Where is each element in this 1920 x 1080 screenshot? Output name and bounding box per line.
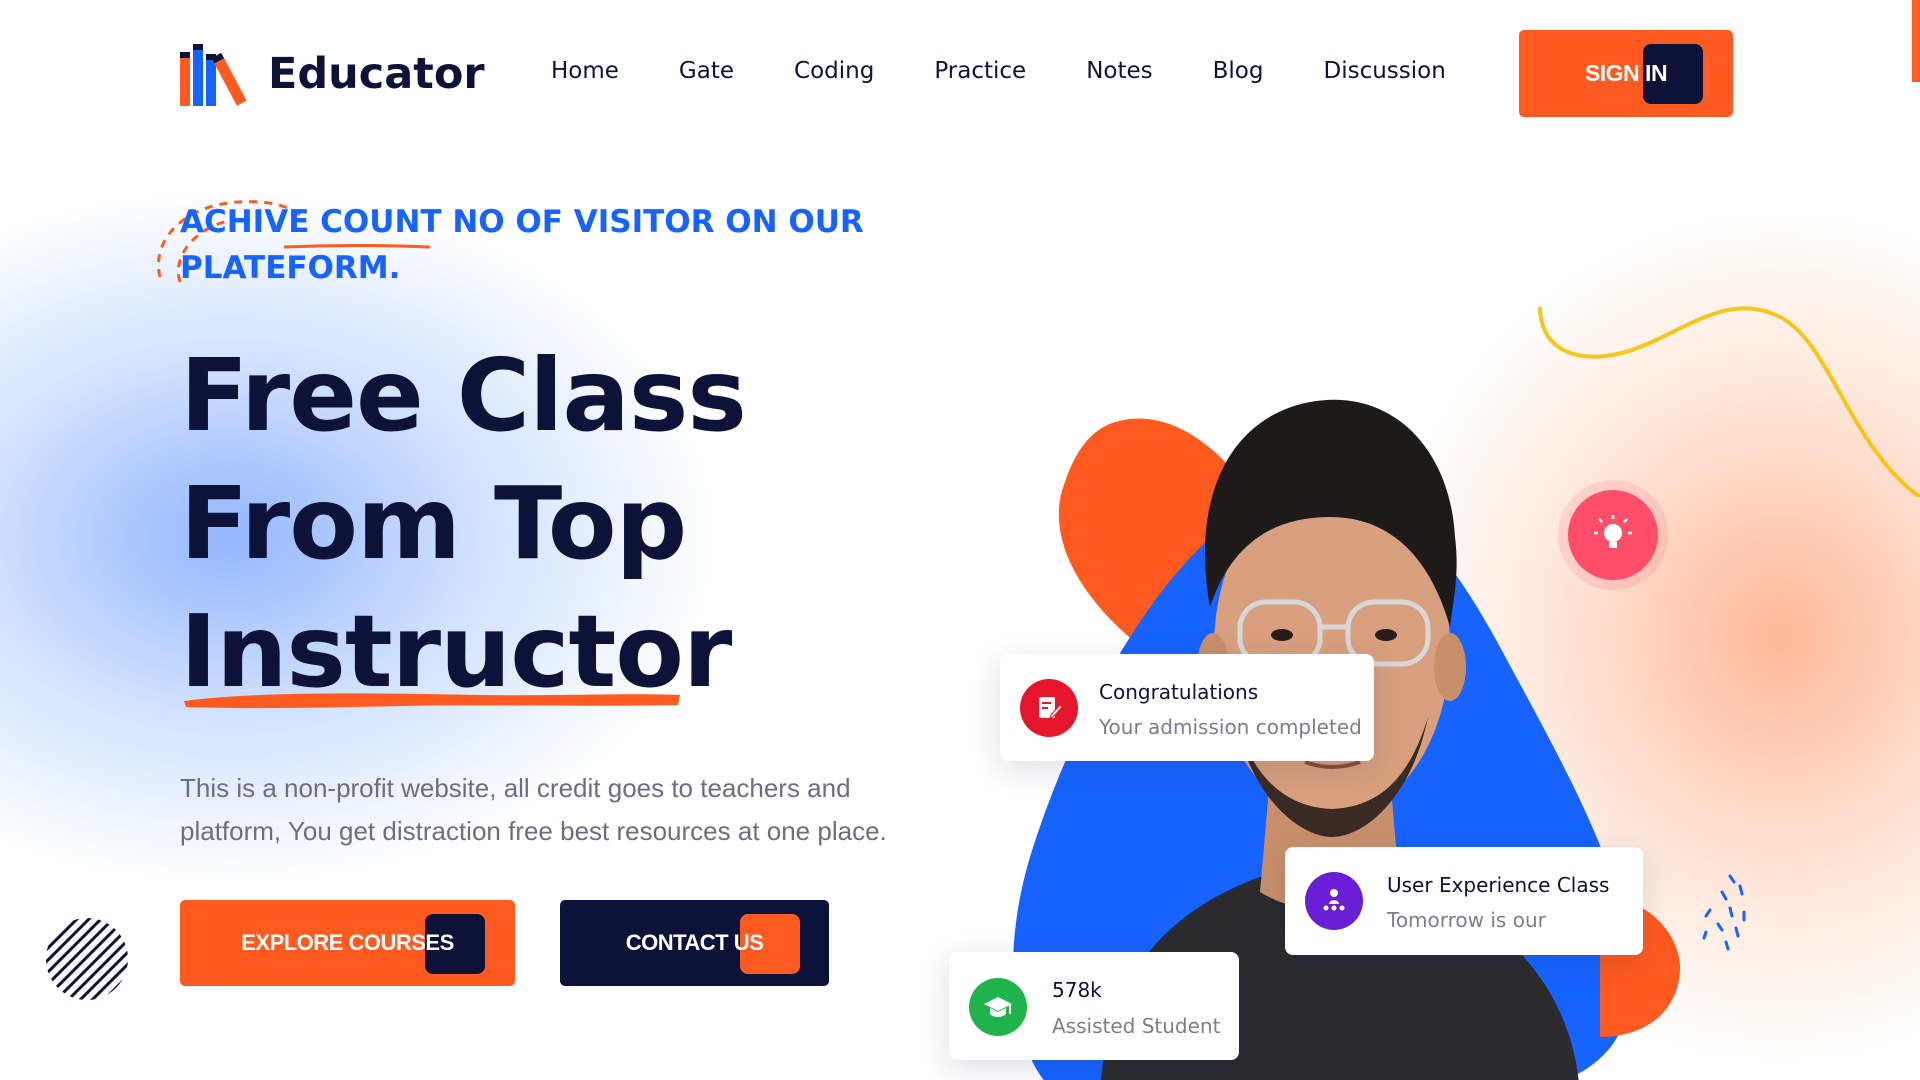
- congratulations-card: Congratulations Your admission completed: [1000, 654, 1374, 761]
- main-nav: Home Gate Coding Practice Notes Blog Dis…: [551, 58, 1506, 84]
- card-subtitle: Tomorrow is our: [1387, 908, 1546, 932]
- card-title: User Experience Class: [1387, 873, 1610, 897]
- card-subtitle: Assisted Student: [1052, 1014, 1221, 1038]
- sign-in-button[interactable]: SIGN IN: [1519, 30, 1733, 117]
- edge-accent-bar: [1912, 0, 1920, 82]
- books-logo-icon: [178, 40, 258, 108]
- nav-blog[interactable]: Blog: [1213, 58, 1264, 84]
- nav-practice[interactable]: Practice: [934, 58, 1026, 84]
- lightbulb-icon: [1594, 515, 1632, 548]
- card-subtitle: Your admission completed: [1099, 715, 1362, 739]
- graduation-cap-icon: [969, 978, 1027, 1036]
- hero-section: ACHIVE COUNT NO OF VISITOR ON OUR PLATEF…: [0, 147, 1920, 1080]
- nav-discussion[interactable]: Discussion: [1323, 58, 1445, 84]
- nav-coding[interactable]: Coding: [794, 58, 874, 84]
- headline-line-1: Free Class: [180, 337, 747, 454]
- hero-headline: Free Class From Top Instructor: [180, 332, 980, 716]
- document-edit-icon: [1020, 679, 1078, 737]
- dashed-dots-decoration: [1702, 874, 1746, 951]
- sign-in-label: SIGN IN: [1584, 60, 1668, 86]
- lightbulb-badge: [1568, 490, 1658, 580]
- striped-circle-decoration: [46, 918, 128, 1000]
- headline-brush-underline: [184, 693, 680, 709]
- logo-text: Educator: [268, 49, 485, 99]
- explore-courses-button[interactable]: EXPLORE COURSES: [180, 900, 515, 986]
- tagline-underline: [283, 244, 431, 249]
- nav-gate[interactable]: Gate: [679, 58, 734, 84]
- class-people-icon: [1305, 872, 1363, 930]
- explore-courses-label: EXPLORE COURSES: [241, 930, 454, 955]
- headline-line-2: From Top: [180, 465, 687, 582]
- nav-notes[interactable]: Notes: [1086, 58, 1152, 84]
- logo[interactable]: Educator: [178, 40, 485, 108]
- student-count: 578k: [1052, 978, 1102, 1002]
- card-title: Congratulations: [1099, 680, 1259, 704]
- site-header: Educator Home Gate Coding Practice Notes…: [0, 0, 1920, 147]
- nav-home[interactable]: Home: [551, 58, 619, 84]
- contact-us-label: CONTACT US: [625, 930, 764, 955]
- user-experience-class-card: User Experience Class Tomorrow is our: [1285, 847, 1643, 955]
- assisted-students-card: 578k Assisted Student: [949, 952, 1239, 1060]
- hero-description: This is a non-profit website, all credit…: [180, 773, 887, 846]
- contact-us-button[interactable]: CONTACT US: [560, 900, 829, 986]
